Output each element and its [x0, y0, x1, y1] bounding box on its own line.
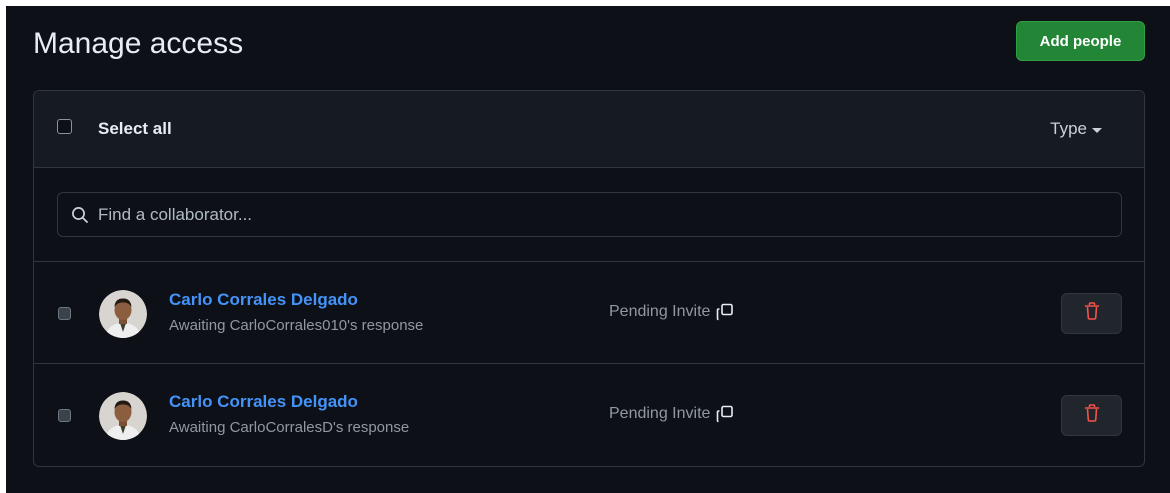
manage-access-page: Manage access Add people Select all Type [6, 6, 1170, 493]
avatar [99, 392, 147, 440]
type-filter-dropdown[interactable]: Type [1050, 119, 1102, 139]
collaborator-row: Carlo Corrales Delgado Awaiting CarloCor… [34, 364, 1144, 466]
panel-header: Select all Type [34, 91, 1144, 168]
copy-icon[interactable] [715, 302, 735, 322]
page-title: Manage access [33, 27, 244, 60]
search-input[interactable] [98, 204, 1121, 225]
trash-icon [1084, 302, 1100, 325]
type-filter-label: Type [1050, 119, 1087, 138]
search-box[interactable] [57, 192, 1122, 237]
remove-collaborator-button[interactable] [1061, 395, 1122, 436]
copy-icon[interactable] [715, 404, 735, 424]
add-people-button[interactable]: Add people [1016, 21, 1145, 61]
collaborator-name-link[interactable]: Carlo Corrales Delgado [169, 392, 358, 412]
collaborator-name-link[interactable]: Carlo Corrales Delgado [169, 290, 358, 310]
row-checkbox[interactable] [58, 307, 71, 320]
collaborator-status-text: Awaiting CarloCorrales010's response [169, 317, 424, 334]
pending-invite-label: Pending Invite [609, 405, 711, 422]
select-all-checkbox[interactable] [57, 119, 72, 134]
row-checkbox[interactable] [58, 409, 71, 422]
remove-collaborator-button[interactable] [1061, 293, 1122, 334]
collaborators-panel: Select all Type Find a collaborator... C… [33, 90, 1145, 467]
search-section [34, 168, 1144, 262]
avatar [99, 290, 147, 338]
select-all-label[interactable]: Select all [98, 119, 172, 139]
pending-invite: Pending Invite [609, 404, 735, 424]
pending-invite-label: Pending Invite [609, 303, 711, 320]
search-icon [70, 205, 90, 225]
trash-icon [1084, 404, 1100, 427]
pending-invite: Pending Invite [609, 302, 735, 322]
collaborator-row: Carlo Corrales Delgado Awaiting CarloCor… [34, 262, 1144, 364]
caret-down-icon [1092, 127, 1102, 133]
collaborator-status-text: Awaiting CarloCorralesD's response [169, 419, 410, 436]
